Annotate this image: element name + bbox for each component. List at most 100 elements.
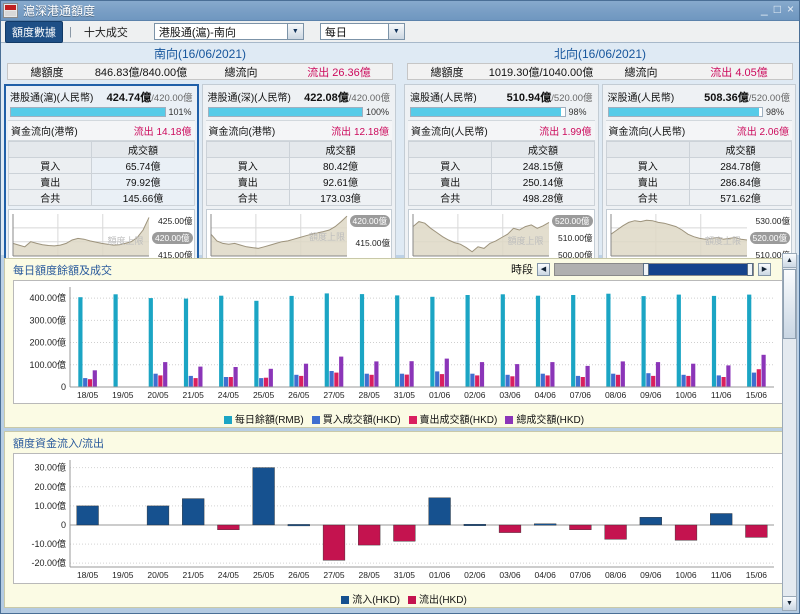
row-label: 買入 [206,158,289,174]
quota-summary-area: 南向(16/06/2021) 總額度 846.83億/840.00億 總流向 流… [1,43,799,255]
window-title: 滬深港通額度 [23,2,95,19]
time-range-slider[interactable]: 時段 ◀ ▶ [511,261,771,277]
svg-text:20/05: 20/05 [147,570,169,580]
quota-panel-head: 港股通(深)(人民幣) 422.08億/420.00億 [206,88,393,107]
legend-swatch [341,596,349,604]
row-value: 173.03億 [289,190,391,206]
svg-text:30.00億: 30.00億 [34,462,66,473]
svg-text:28/05: 28/05 [359,570,381,580]
row-label: 賣出 [206,174,289,190]
capital-flow-label: 資金流向(港幣) [209,123,276,138]
row-value: 65.74億 [92,158,194,174]
slider-track[interactable] [554,263,754,276]
row-value: 571.62億 [689,190,791,206]
quota-progress: 101% [8,107,195,120]
table-cell [206,142,289,158]
quota-panel[interactable]: 滬股通(人民幣) 510.94億/520.00億 98% 資金流向(人民幣) 流… [404,84,599,271]
mini-chart-limit-text: 額度上限 [309,230,345,243]
slider-right-arrow-icon[interactable]: ▶ [758,263,771,276]
chevron-down-icon[interactable]: ▼ [287,24,303,39]
svg-text:10/06: 10/06 [675,570,697,580]
quota-progress-track [10,107,166,117]
chevron-down-icon[interactable]: ▼ [388,24,404,39]
tab-top-ten-turnover[interactable]: 十大成交 [78,22,134,42]
toolbar-separator: | [67,26,74,38]
mini-chart-y-label: 425.00億 [158,215,193,227]
svg-text:08/06: 08/06 [605,570,627,580]
svg-text:10/06: 10/06 [675,390,697,400]
table-row: 成交額 [409,142,595,158]
svg-text:07/06: 07/06 [570,570,592,580]
quota-panel[interactable]: 港股通(滬)(人民幣) 424.74億/420.00億 101% 資金流向(港幣… [4,84,199,271]
quota-panel[interactable]: 港股通(深)(人民幣) 422.08億/420.00億 100% 資金流向(港幣… [202,84,397,271]
slider-handle-left[interactable] [643,263,649,276]
southbound-total-value: 846.83億/840.00億 [86,64,196,80]
quota-panel[interactable]: 深股通(人民幣) 508.36億/520.00億 98% 資金流向(人民幣) 流… [602,84,797,271]
quota-panel-name: 港股通(深)(人民幣) [208,89,291,104]
svg-text:04/06: 04/06 [535,570,557,580]
row-value: 250.14億 [492,174,594,190]
table-row: 成交額 [206,142,392,158]
svg-text:0: 0 [61,520,66,530]
fund-flow-chart[interactable]: 30.00億20.00億10.00億0-10.00億-20.00億18/0519… [13,453,787,584]
table-row: 賣出79.92億 [9,174,195,190]
svg-text:21/05: 21/05 [183,570,205,580]
slider-handle-right[interactable] [747,263,753,276]
capital-flow-label: 資金流向(港幣) [11,123,78,138]
svg-text:19/05: 19/05 [112,570,134,580]
southbound-flow-value: 流出 26.36億 [286,64,392,80]
svg-text:03/06: 03/06 [499,390,521,400]
svg-text:21/05: 21/05 [183,390,205,400]
fund-flow-title: 額度資金流入/流出 [5,432,795,453]
svg-text:11/06: 11/06 [711,570,732,580]
row-label: 買入 [606,158,689,174]
svg-text:25/05: 25/05 [253,570,275,580]
svg-text:26/05: 26/05 [288,390,310,400]
scroll-up-icon[interactable]: ▲ [783,254,796,268]
close-icon[interactable]: × [787,3,794,15]
slider-left-arrow-icon[interactable]: ◀ [537,263,550,276]
legend-label: 流入(HKD) [352,595,400,606]
mini-chart-limit-badge: 520.00億 [750,232,791,244]
quota-progress-fill [411,108,561,116]
row-value: 80.42億 [289,158,391,174]
quota-progress-percent: 98% [766,107,790,117]
turnover-header: 成交額 [289,142,391,158]
southbound-section: 南向(16/06/2021) 總額度 846.83億/840.00億 總流向 流… [1,43,399,255]
quota-progress-track [208,107,364,117]
row-label: 賣出 [606,174,689,190]
quota-panel-name: 港股通(滬)(人民幣) [10,89,93,104]
svg-text:200.00億: 200.00億 [29,337,66,348]
scroll-down-icon[interactable]: ▼ [783,596,796,610]
svg-text:09/06: 09/06 [640,570,662,580]
northbound-totals: 總額度 1019.30億/1040.00億 總流向 流出 4.05億 [407,63,793,80]
row-value: 286.84億 [689,174,791,190]
row-value: 79.92億 [92,174,194,190]
svg-text:11/06: 11/06 [711,390,732,400]
svg-text:15/06: 15/06 [746,570,768,580]
capital-flow-label: 資金流向(人民幣) [411,123,488,138]
vertical-scrollbar[interactable]: ▲ ▼ [782,253,797,611]
row-value: 145.66億 [92,190,194,206]
svg-text:27/05: 27/05 [323,570,345,580]
row-label: 賣出 [9,174,92,190]
tab-quota-data[interactable]: 額度數據 [5,21,63,43]
market-select[interactable]: 港股通(滬)-南向 ▼ [154,23,304,40]
row-label: 合共 [9,190,92,206]
table-row: 賣出250.14億 [409,174,595,190]
period-select[interactable]: 每日 ▼ [320,23,405,40]
maximize-icon[interactable]: □ [774,3,781,15]
svg-text:20/05: 20/05 [147,390,169,400]
legend-label: 賣出成交額(HKD) [420,415,498,426]
quota-panel-usage: 510.94億/520.00億 [507,89,593,105]
table-row: 成交額 [606,142,792,158]
capital-flow-row: 資金流向(港幣) 流出 14.18億 [8,120,195,141]
fund-flow-card: 額度資金流入/流出 30.00億20.00億10.00億0-10.00億-20.… [4,431,796,608]
minimize-icon[interactable]: _ [761,3,768,15]
quota-panel-name: 深股通(人民幣) [608,89,675,104]
table-cell [9,142,92,158]
row-label: 賣出 [409,174,492,190]
daily-quota-chart[interactable]: 0100.00億200.00億300.00億400.00億18/0519/052… [13,280,787,404]
scrollbar-thumb[interactable] [783,269,796,339]
mini-chart-y-label: 415.00億 [356,237,391,249]
